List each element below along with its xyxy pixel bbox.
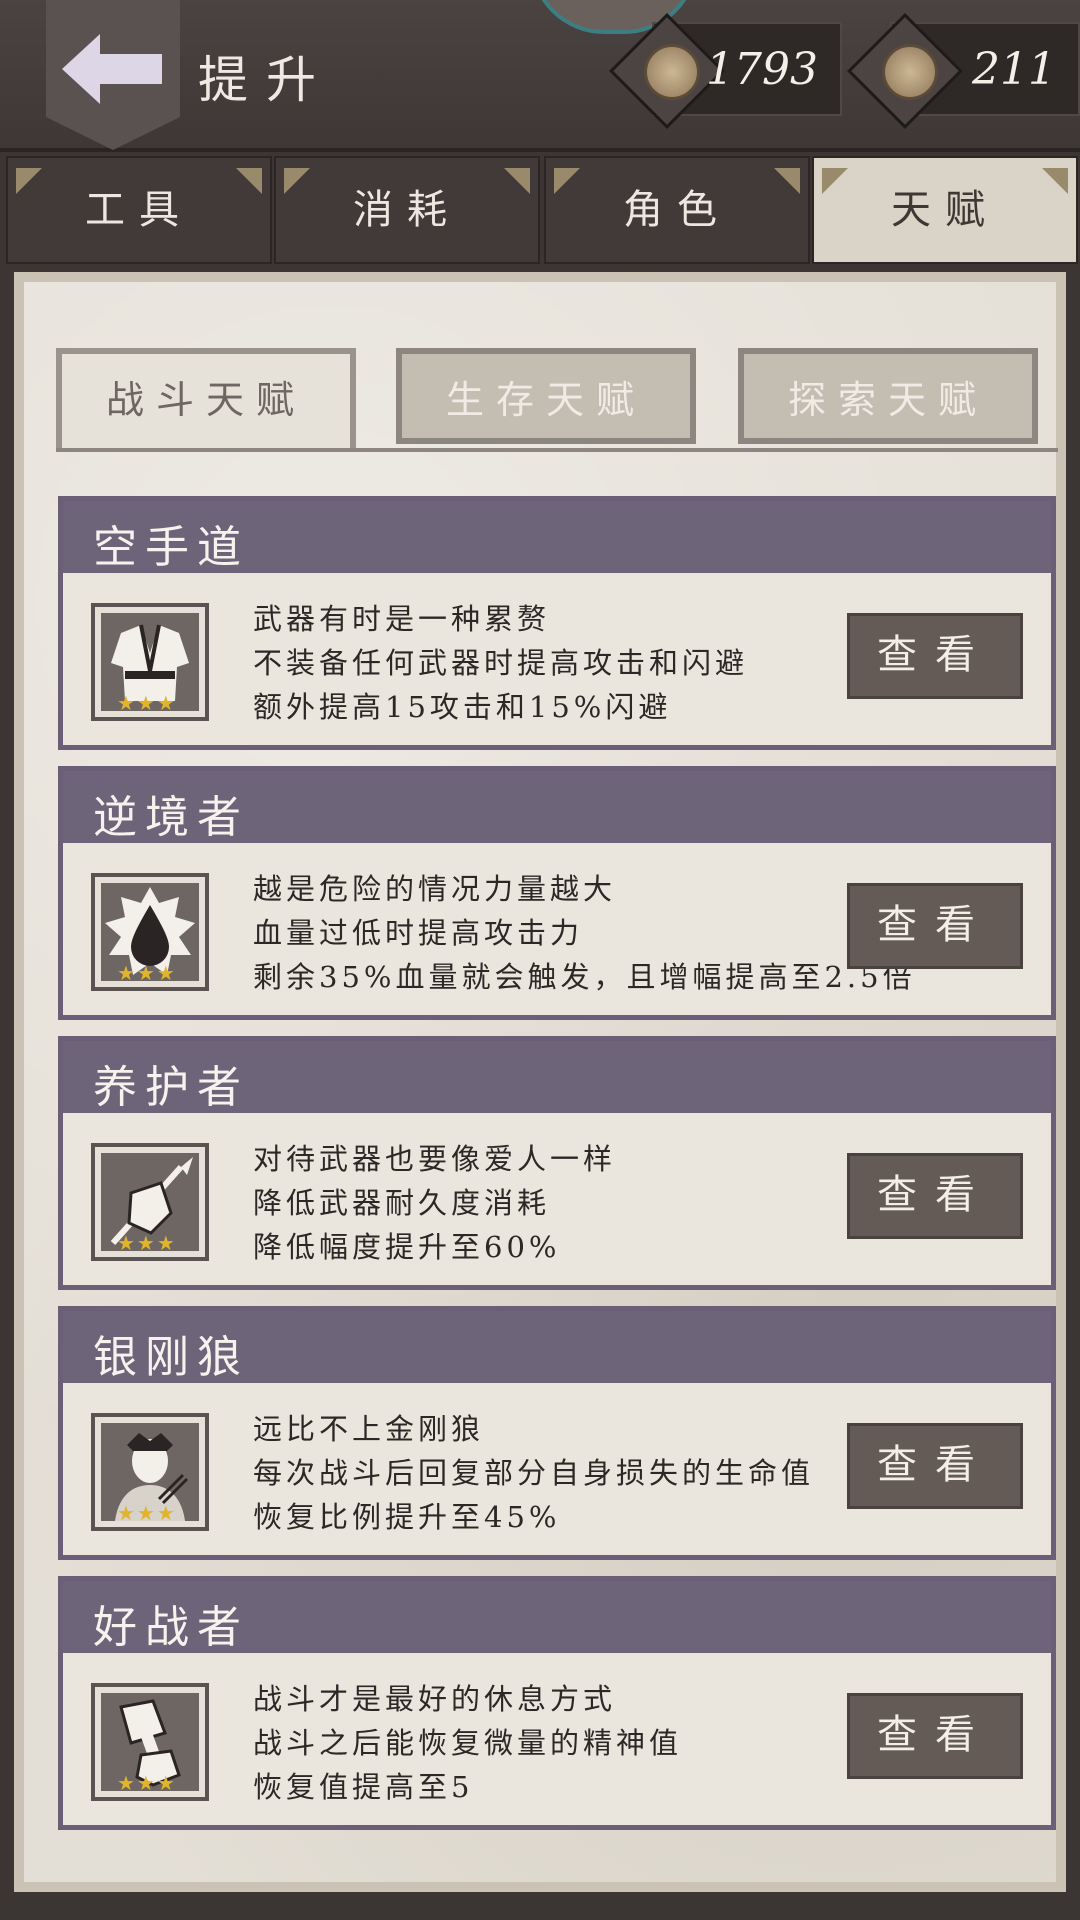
cleaver-hand-icon: ★★★: [91, 1683, 209, 1801]
currency-counter-1: 1793: [609, 13, 842, 129]
talent-subtabs: 战斗天赋 生存天赋 探索天赋: [56, 348, 1056, 452]
tab-label: 消耗: [353, 187, 461, 233]
tab-consumables[interactable]: 消耗: [274, 156, 540, 264]
talent-panel: 战斗天赋 生存天赋 探索天赋 空手道 ★★★ 武器有时是一种累赘 不装备任何武器…: [14, 272, 1066, 1892]
talent-card-warmonger: 好战者 ★★★ 战斗才是最好的休息方式 战斗之后能恢复微量的精神值 恢复值提高至…: [58, 1576, 1056, 1830]
back-button[interactable]: [46, 0, 180, 150]
coin-icon: [882, 44, 938, 100]
tab-tools[interactable]: 工具: [6, 156, 272, 264]
talent-name: 逆境者: [93, 792, 249, 843]
talent-card-adversity: 逆境者 ★★★ 越是危险的情况力量越大 血量过低时提高攻击力 剩余35%血量就会…: [58, 766, 1056, 1020]
star-rating: ★★★: [117, 1231, 177, 1255]
talent-name: 银刚狼: [93, 1332, 249, 1383]
subtab-survival-talents[interactable]: 生存天赋: [396, 348, 696, 444]
talent-name: 好战者: [93, 1602, 249, 1653]
back-arrow-icon: [62, 34, 162, 104]
subtab-exploration-talents[interactable]: 探索天赋: [738, 348, 1038, 444]
tab-label: 工具: [85, 187, 193, 233]
top-bar: 提升 1793 211: [0, 0, 1080, 152]
star-rating: ★★★: [117, 1771, 177, 1795]
currency-counter-2: 211: [847, 13, 1080, 129]
tab-character[interactable]: 角色: [544, 156, 810, 264]
tab-label: 天赋: [891, 187, 999, 233]
subtab-label: 战斗天赋: [105, 378, 306, 422]
talent-card-silver-wolf: 银刚狼 ★★★ 远比不上金刚狼 每次战斗后回复部分自身损失的生命值 恢复比例提升…: [58, 1306, 1056, 1560]
talent-name: 养护者: [93, 1062, 249, 1113]
star-rating: ★★★: [117, 1501, 177, 1525]
subtab-label: 生存天赋: [445, 378, 646, 422]
talent-card-karate: 空手道 ★★★ 武器有时是一种累赘 不装备任何武器时提高攻击和闪避 额外提高15…: [58, 496, 1056, 750]
tab-talents[interactable]: 天赋: [812, 156, 1078, 264]
talent-description: 越是危险的情况力量越大 血量过低时提高攻击力 剩余35%血量就会触发，且增幅提高…: [253, 872, 916, 994]
view-button[interactable]: 查看: [847, 613, 1023, 699]
view-button[interactable]: 查看: [847, 1423, 1023, 1509]
subtab-combat-talents[interactable]: 战斗天赋: [56, 348, 356, 452]
spear-hand-icon: ★★★: [91, 1143, 209, 1261]
star-rating: ★★★: [117, 691, 177, 715]
wolverine-portrait-icon: ★★★: [91, 1413, 209, 1531]
subtab-label: 探索天赋: [787, 378, 988, 422]
main-tabs: 工具 消耗 角色 天赋: [6, 156, 1080, 264]
karate-gi-icon: ★★★: [91, 603, 209, 721]
tab-label: 角色: [623, 187, 731, 233]
blood-drop-icon: ★★★: [91, 873, 209, 991]
view-button[interactable]: 查看: [847, 1693, 1023, 1779]
page-title: 提升: [198, 51, 334, 109]
talent-name: 空手道: [93, 522, 249, 573]
talent-description: 武器有时是一种累赘 不装备任何武器时提高攻击和闪避 额外提高15攻击和15%闪避: [253, 602, 749, 724]
view-button[interactable]: 查看: [847, 883, 1023, 969]
talent-description: 远比不上金刚狼 每次战斗后回复部分自身损失的生命值 恢复比例提升至45%: [253, 1412, 815, 1534]
talent-card-maintainer: 养护者 ★★★ 对待武器也要像爱人一样 降低武器耐久度消耗 降低幅度提升至60%…: [58, 1036, 1056, 1290]
star-rating: ★★★: [117, 961, 177, 985]
talent-description: 战斗才是最好的休息方式 战斗之后能恢复微量的精神值 恢复值提高至5: [253, 1682, 683, 1804]
currency-value-2: 211: [972, 44, 1056, 95]
coin-icon: [644, 44, 700, 100]
view-button[interactable]: 查看: [847, 1153, 1023, 1239]
talent-description: 对待武器也要像爱人一样 降低武器耐久度消耗 降低幅度提升至60%: [253, 1142, 617, 1264]
currency-value-1: 1793: [706, 44, 818, 95]
